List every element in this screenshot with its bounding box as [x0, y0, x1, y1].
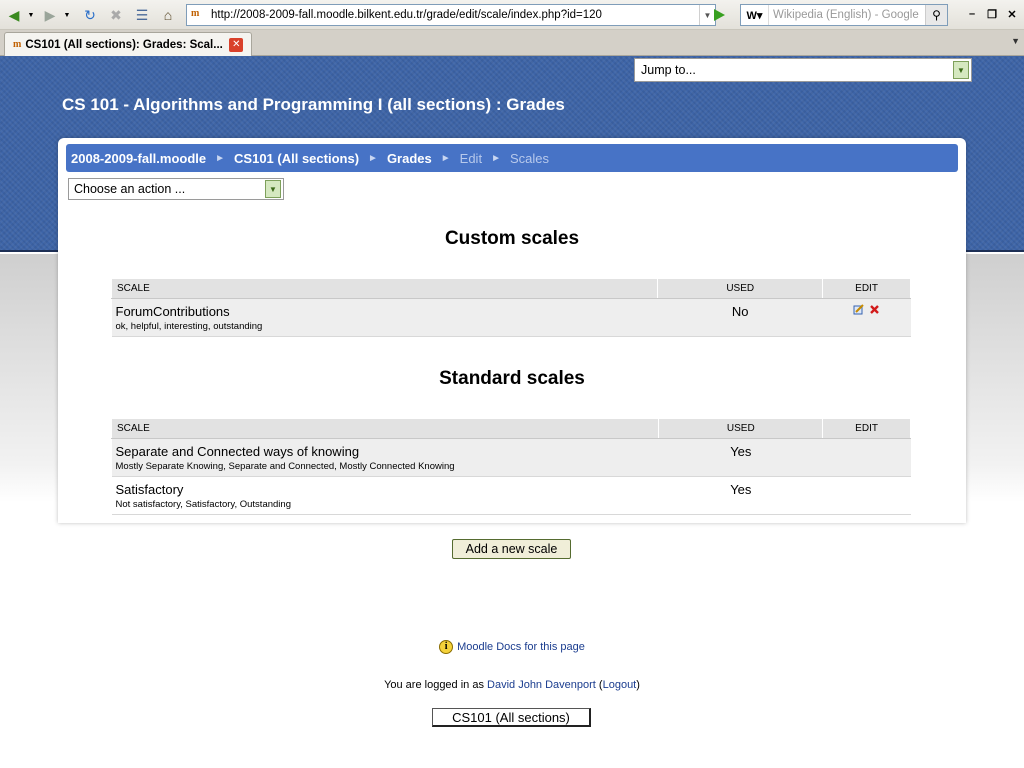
scale-cell: Separate and Connected ways of knowing M…	[111, 438, 659, 477]
home-icon[interactable]: ⌂	[158, 5, 178, 25]
back-icon[interactable]: ◀	[4, 5, 24, 25]
scale-items: Mostly Separate Knowing, Separate and Co…	[115, 461, 455, 472]
chevron-down-icon[interactable]: ▼	[953, 61, 969, 79]
logout-link[interactable]: Logout	[603, 679, 637, 691]
breadcrumb-scales: Scales	[509, 150, 549, 166]
moodle-tab-icon: m	[13, 39, 22, 50]
info-icon: i	[439, 640, 454, 654]
table-row: Separate and Connected ways of knowing M…	[111, 438, 911, 477]
scale-items: Not satisfactory, Satisfactory, Outstand…	[115, 499, 291, 510]
breadcrumb: 2008-2009-fall.moodle ► CS101 (All secti…	[66, 144, 958, 172]
breadcrumb-grades[interactable]: Grades	[387, 151, 432, 166]
docs-footer: i Moodle Docs for this page	[0, 640, 1024, 654]
search-icon[interactable]: ⚲	[925, 5, 947, 25]
go-icon[interactable]	[708, 5, 730, 25]
table-row: ForumContributions ok, helpful, interest…	[111, 298, 911, 337]
scale-name: ForumContributions	[115, 304, 230, 319]
user-link[interactable]: David John Davenport	[487, 679, 596, 691]
scale-cell: ForumContributions ok, helpful, interest…	[111, 298, 658, 337]
search-placeholder[interactable]: Wikipedia (English) - Google	[769, 9, 925, 21]
scale-name: Separate and Connected ways of knowing	[115, 444, 360, 459]
bookmarks-icon[interactable]: ☰	[132, 5, 152, 25]
open-paren: (	[595, 679, 603, 691]
used-cell: Yes	[658, 476, 823, 515]
stop-icon[interactable]: ✖	[106, 5, 126, 25]
close-tab-icon[interactable]: ✕	[229, 37, 244, 52]
search-engine-icon[interactable]: W▾	[741, 5, 769, 25]
standard-scales-heading: Standard scales	[439, 368, 585, 389]
table-header-row: Scale Used Edit	[110, 278, 911, 299]
minimize-icon[interactable]: –	[964, 7, 980, 21]
used-cell: No	[657, 298, 823, 337]
breadcrumb-separator-icon: ►	[215, 152, 226, 164]
edit-cell	[822, 476, 911, 515]
url-text[interactable]: http://2008-2009-fall.moodle.bilkent.edu…	[211, 9, 699, 21]
breadcrumb-site[interactable]: 2008-2009-fall.moodle	[71, 151, 206, 166]
used-cell: Yes	[658, 438, 823, 477]
jump-to-select[interactable]: Jump to... ▼	[634, 58, 972, 82]
close-window-icon[interactable]: ✕	[1004, 7, 1020, 21]
jump-to-value[interactable]: Jump to...	[641, 63, 953, 77]
moodle-favicon-icon: m	[191, 8, 200, 19]
restore-icon[interactable]: ❐	[984, 7, 1000, 21]
action-select[interactable]: Choose an action ... ▼	[68, 178, 284, 200]
tab-bar: m CS101 (All sections): Grades: Scal... …	[0, 30, 1024, 56]
moodle-docs-link[interactable]: Moodle Docs for this page	[457, 641, 585, 653]
tab-title[interactable]: CS101 (All sections): Grades: Scal...	[25, 39, 225, 51]
edit-cell	[822, 438, 911, 477]
action-select-value[interactable]: Choose an action ...	[74, 182, 265, 196]
column-header-scale: Scale	[110, 278, 659, 299]
breadcrumb-separator-icon: ►	[368, 152, 378, 164]
delete-icon[interactable]	[869, 304, 880, 315]
course-home-button[interactable]: CS101 (All sections)	[432, 708, 591, 727]
breadcrumb-separator-icon: ►	[491, 152, 501, 164]
column-header-used: Used	[658, 418, 824, 439]
edit-cell	[822, 298, 911, 337]
table-row: Satisfactory Not satisfactory, Satisfact…	[111, 476, 911, 515]
column-header-scale: Scale	[110, 418, 660, 439]
breadcrumb-course[interactable]: CS101 (All sections)	[234, 151, 359, 166]
page: Jump to... ▼ CS 101 - Algorithms and Pro…	[0, 56, 1024, 768]
breadcrumb-edit: Edit	[459, 150, 483, 166]
close-paren: )	[636, 679, 640, 691]
breadcrumb-separator-icon: ►	[440, 152, 451, 164]
column-header-edit: Edit	[822, 278, 911, 299]
scale-name: Satisfactory	[115, 482, 184, 497]
standard-scales-table: Scale Used Edit Separate and Connected w…	[110, 418, 911, 515]
forward-dropdown-icon[interactable]: ▼	[62, 5, 72, 25]
column-header-edit: Edit	[822, 418, 911, 439]
scale-items: ok, helpful, interesting, outstanding	[115, 321, 263, 332]
tab-list-icon[interactable]: ▼	[1011, 36, 1020, 46]
custom-scales-heading: Custom scales	[444, 228, 580, 249]
chevron-down-icon[interactable]: ▼	[265, 180, 281, 198]
scale-cell: Satisfactory Not satisfactory, Satisfact…	[111, 476, 659, 515]
content-panel: 2008-2009-fall.moodle ► CS101 (All secti…	[58, 138, 966, 523]
reload-icon[interactable]: ↻	[80, 5, 100, 25]
back-dropdown-icon[interactable]: ▼	[26, 5, 36, 25]
login-info: You are logged in as David John Davenpor…	[0, 679, 1024, 691]
address-bar[interactable]: m http://2008-2009-fall.moodle.bilkent.e…	[186, 4, 716, 26]
forward-icon[interactable]: ▶	[40, 5, 60, 25]
page-title: CS 101 - Algorithms and Programming I (a…	[62, 95, 565, 114]
table-header-row: Scale Used Edit	[110, 418, 911, 439]
add-scale-button[interactable]: Add a new scale	[452, 539, 571, 559]
custom-scales-table: Scale Used Edit ForumContributions ok, h…	[110, 278, 911, 337]
edit-icon[interactable]	[853, 304, 864, 315]
logged-in-prefix: You are logged in as	[384, 679, 488, 691]
browser-toolbar: ◀ ▼ ▶ ▼ ↻ ✖ ☰ ⌂ m http://2008-2009-fall.…	[0, 0, 1024, 30]
column-header-used: Used	[657, 278, 824, 299]
browser-tab[interactable]: m CS101 (All sections): Grades: Scal... …	[4, 32, 252, 56]
search-box[interactable]: W▾ Wikipedia (English) - Google ⚲	[740, 4, 948, 26]
